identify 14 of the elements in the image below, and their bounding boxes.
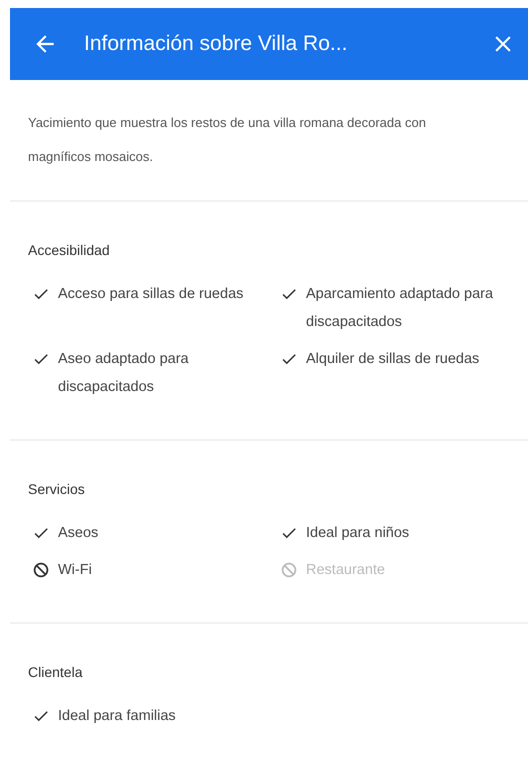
amenity-label: Aparcamiento adaptado para discapacitados [306,285,494,332]
page-title: Información sobre Villa Ro... [84,32,348,56]
amenity-label: Ideal para familias [58,707,176,726]
description-text: Yacimiento que muestra los restos de una villa romana decorada con magníficos mosaicos. [10,80,528,202]
amenity-label: Ideal para niños [306,524,410,543]
amenity-label: Aseo adaptado para discapacitados [58,350,190,397]
amenity-label: Acceso para sillas de ruedas [58,285,244,304]
section-heading: Servicios [28,481,86,497]
amenity-label: Wi-Fi [58,561,92,580]
amenity-label: Restaurante [306,561,385,580]
amenity-label: Alquiler de sillas de ruedas [306,350,480,369]
section-heading: Accesibilidad [28,242,111,258]
amenity-label: Aseos [58,524,98,543]
section-heading: Clientela [28,664,84,680]
